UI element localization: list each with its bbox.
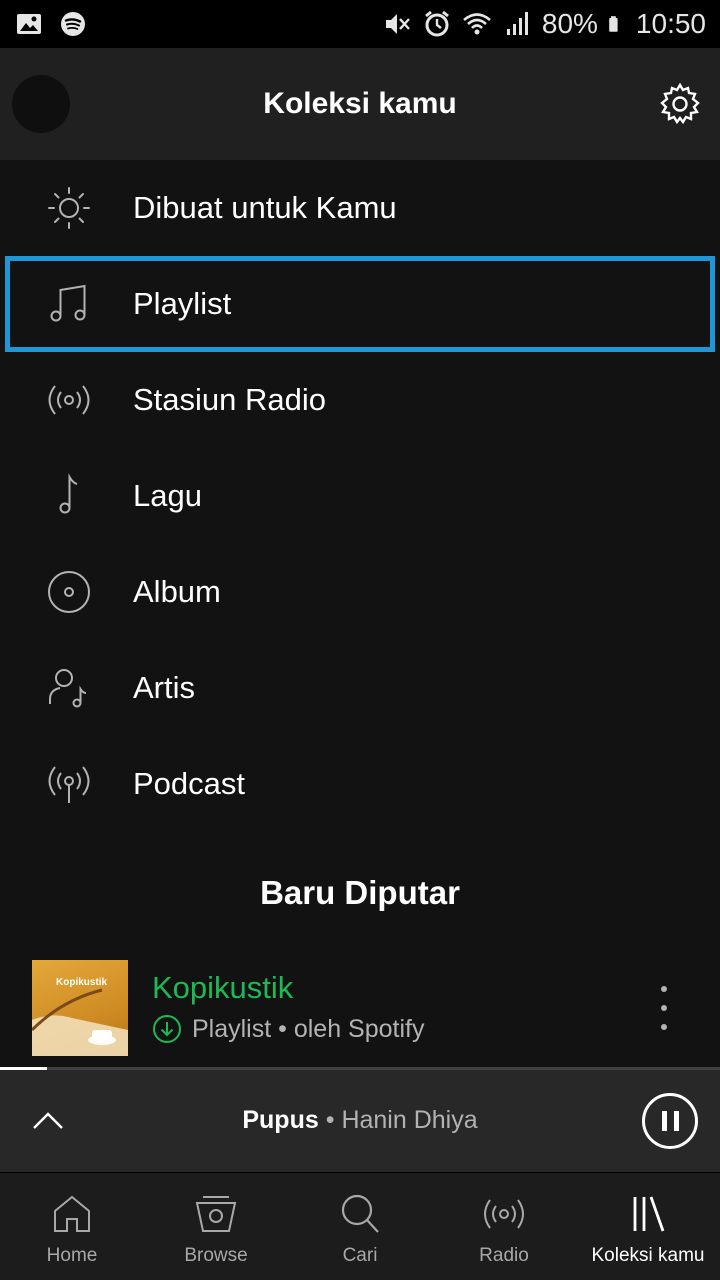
menu-item-label: Dibuat untuk Kamu — [133, 190, 397, 225]
battery-percent: 80% — [541, 8, 598, 39]
status-bar: 80% 10:50 — [0, 0, 720, 48]
nav-item-home[interactable]: Home — [0, 1173, 144, 1280]
browse-icon — [195, 1196, 237, 1232]
wifi-icon — [463, 13, 491, 35]
nav-item-radio[interactable]: Radio — [432, 1173, 576, 1280]
music-notes-icon — [50, 284, 86, 322]
radio-icon — [48, 385, 90, 415]
menu-item-label: Artis — [133, 670, 195, 705]
menu-item-podcast[interactable]: Podcast — [0, 736, 720, 832]
nav-item-browse[interactable]: Browse — [144, 1173, 288, 1280]
now-playing-bar[interactable]: Pupus • Hanin Dhiya — [0, 1070, 720, 1172]
app-header: Koleksi kamu — [0, 48, 720, 160]
clock: 10:50 — [635, 8, 706, 39]
alarm-icon — [424, 10, 449, 37]
now-playing-text: Pupus • Hanin Dhiya — [0, 1106, 720, 1135]
home-icon — [54, 1195, 90, 1232]
gallery-icon — [17, 14, 41, 34]
more-options-icon[interactable] — [652, 986, 676, 1030]
nav-label: Koleksi kamu — [591, 1245, 705, 1266]
nav-label: Home — [46, 1245, 98, 1266]
cover-text: Kopikustik — [56, 977, 108, 988]
menu-item-label: Playlist — [133, 286, 232, 321]
menu-item-playlist[interactable]: Playlist — [5, 256, 715, 352]
section-title-recently-played: Baru Diputar — [260, 874, 460, 911]
search-icon — [341, 1194, 379, 1233]
now-playing-artist: Hanin Dhiya — [341, 1106, 478, 1134]
recent-item-title: Kopikustik — [152, 970, 294, 1005]
now-playing-song: Pupus — [242, 1106, 319, 1134]
recent-item[interactable]: Kopikustik Kopikustik Playlist • oleh Sp… — [0, 958, 720, 1058]
bottom-nav: Home Browse Cari Radio Koleksi kamu — [0, 1172, 720, 1280]
recent-item-subtitle: Playlist • oleh Spotify — [192, 1014, 425, 1043]
menu-item-made-for-you[interactable]: Dibuat untuk Kamu — [0, 160, 720, 256]
radio-icon — [484, 1199, 524, 1229]
nav-item-search[interactable]: Cari — [288, 1173, 432, 1280]
spotify-icon — [61, 12, 85, 36]
menu-item-artists[interactable]: Artis — [0, 640, 720, 736]
menu-item-label: Album — [133, 574, 221, 609]
nav-item-library[interactable]: Koleksi kamu — [576, 1173, 720, 1280]
nav-label: Cari — [342, 1245, 378, 1266]
menu-item-songs[interactable]: Lagu — [0, 448, 720, 544]
now-playing-separator: • — [325, 1106, 335, 1134]
nav-label: Browse — [184, 1245, 248, 1266]
download-check-icon — [153, 1015, 181, 1043]
playlist-cover: Kopikustik — [32, 960, 128, 1056]
gear-icon[interactable] — [658, 82, 702, 126]
sun-icon — [48, 187, 90, 229]
library-icon — [633, 1196, 665, 1232]
menu-item-label: Podcast — [133, 766, 246, 801]
battery-icon — [609, 16, 618, 32]
pause-button[interactable] — [642, 1093, 698, 1149]
mute-icon — [385, 14, 410, 34]
collection-menu: Dibuat untuk Kamu Playlist Stasiun Radio… — [0, 160, 720, 832]
page-title: Koleksi kamu — [263, 87, 457, 120]
album-icon — [48, 571, 90, 613]
music-note-icon — [59, 473, 78, 514]
menu-item-label: Lagu — [133, 478, 202, 513]
nav-label: Radio — [479, 1245, 529, 1266]
podcast-icon — [48, 766, 90, 803]
menu-item-radio-stations[interactable]: Stasiun Radio — [0, 352, 720, 448]
pause-icon — [661, 1111, 667, 1131]
artist-icon — [49, 669, 87, 708]
menu-item-album[interactable]: Album — [0, 544, 720, 640]
avatar[interactable] — [12, 75, 70, 133]
menu-item-label: Stasiun Radio — [133, 382, 327, 417]
signal-icon — [506, 12, 528, 35]
